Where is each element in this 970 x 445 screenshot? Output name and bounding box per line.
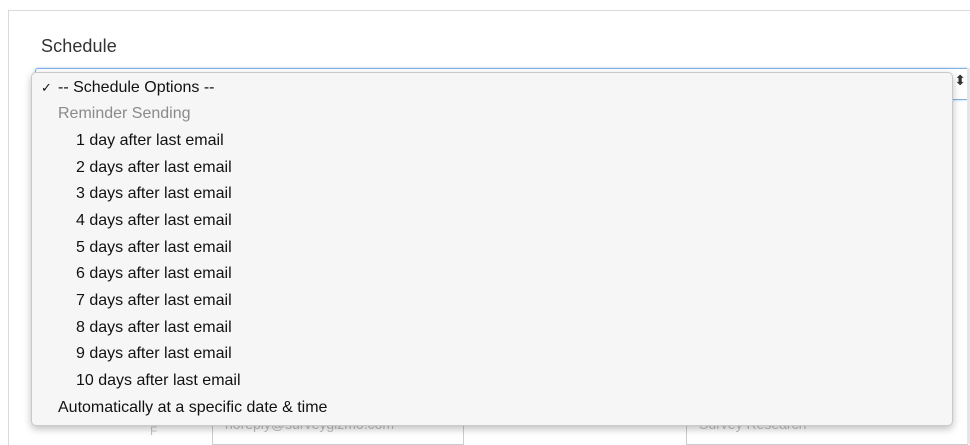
optgroup-reminder-sending: Reminder Sending bbox=[58, 105, 191, 122]
form-frame: Schedule ⬍ F noreply@surveygizmo.com Sur… bbox=[0, 0, 970, 445]
option-3-days[interactable]: 3 days after last email bbox=[76, 181, 232, 207]
option-schedule-options-label: -- Schedule Options -- bbox=[58, 79, 215, 96]
option-4-days[interactable]: 4 days after last email bbox=[76, 208, 232, 234]
option-1-day[interactable]: 1 day after last email bbox=[76, 128, 224, 154]
option-10-days[interactable]: 10 days after last email bbox=[76, 368, 241, 394]
option-7-days[interactable]: 7 days after last email bbox=[76, 288, 232, 314]
check-icon: ✓ bbox=[41, 80, 52, 95]
from-label-ghost: F bbox=[150, 424, 158, 438]
option-9-days[interactable]: 9 days after last email bbox=[76, 341, 232, 367]
select-arrows-icon: ⬍ bbox=[954, 72, 966, 88]
option-8-days[interactable]: 8 days after last email bbox=[76, 315, 232, 341]
option-schedule-options[interactable]: ✓ -- Schedule Options -- bbox=[32, 75, 952, 101]
option-5-days[interactable]: 5 days after last email bbox=[76, 235, 232, 261]
option-2-days[interactable]: 2 days after last email bbox=[76, 155, 232, 181]
schedule-label: Schedule bbox=[41, 36, 117, 56]
option-6-days[interactable]: 6 days after last email bbox=[76, 261, 232, 287]
schedule-dropdown-menu: ✓ -- Schedule Options -- Reminder Sendin… bbox=[31, 72, 953, 426]
option-specific-date-time[interactable]: Automatically at a specific date & time bbox=[58, 395, 327, 421]
